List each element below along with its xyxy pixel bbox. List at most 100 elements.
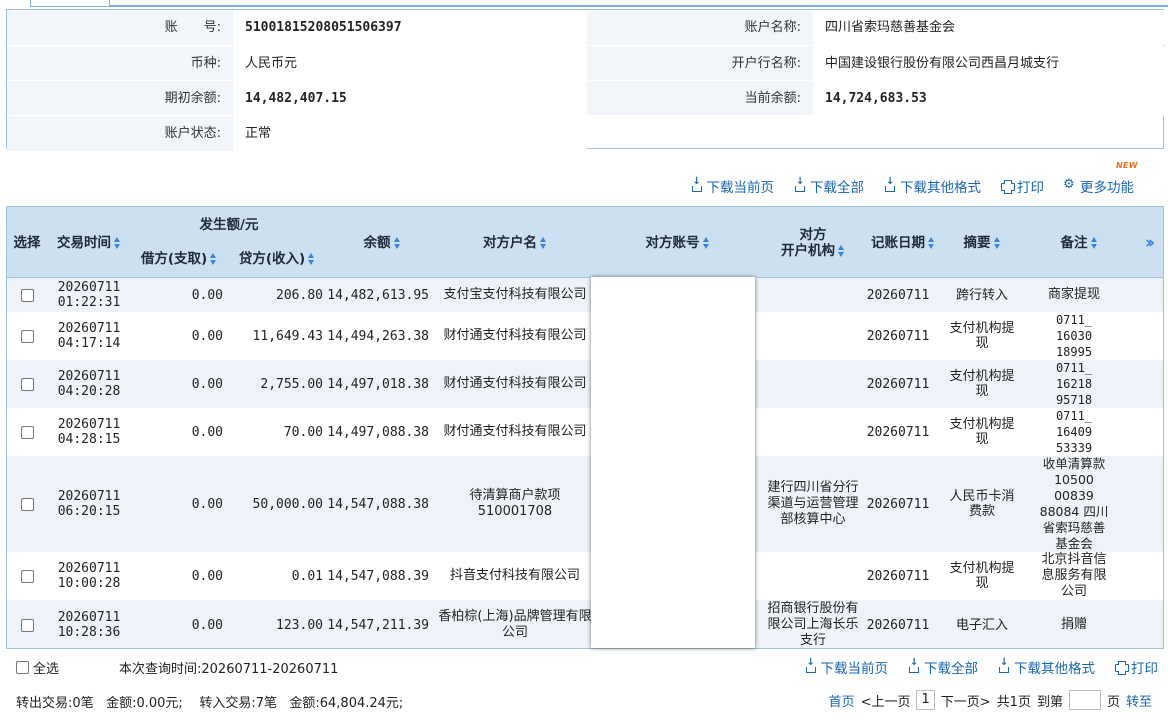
remark-cell: 商家提现 xyxy=(1047,287,1100,302)
row-checkbox[interactable] xyxy=(20,569,34,583)
row-checkbox[interactable] xyxy=(20,618,34,632)
footer-print-button[interactable]: 打印 xyxy=(1115,657,1158,677)
select-all-checkbox[interactable] xyxy=(16,661,29,674)
toolbar: 下载当前页 下载全部 下载其他格式 打印 更多功能 xyxy=(691,176,1134,196)
institution-cell xyxy=(765,278,861,312)
download-page-label: 下载当前页 xyxy=(706,180,775,196)
header-summary[interactable]: 摘要 xyxy=(945,207,1019,278)
download-other-button[interactable]: 下载其他格式 xyxy=(884,176,981,196)
remark-cell: 北京抖音信息服务有限公司 xyxy=(1041,552,1107,599)
jump-button[interactable]: 转至 xyxy=(1126,691,1152,710)
account-no-value: 51001815208051506397 xyxy=(233,10,587,45)
row-checkbox[interactable] xyxy=(20,329,34,343)
more-columns-button[interactable]: ›› xyxy=(1133,207,1163,278)
table-row[interactable]: 20260711 10:00:28 0.00 0.01 14,547,088.39… xyxy=(7,552,1163,600)
account-name-value: 四川省索玛慈善基金会 xyxy=(813,10,1165,45)
header-counterparty-account[interactable]: 对方账号 xyxy=(598,207,757,278)
pagination: 首页 <上一页 1 下一页> 共1页 到第 页 转至 xyxy=(829,690,1152,710)
next-page-link[interactable]: 下一页> xyxy=(941,691,991,710)
credit-cell: 11,649.43 xyxy=(252,328,323,344)
header-institution-line1: 对方 xyxy=(799,226,827,243)
posting-date-cell: 20260711 xyxy=(866,376,930,392)
row-checkbox[interactable] xyxy=(20,497,34,511)
row-select-cell xyxy=(7,552,47,600)
goto-label: 到第 xyxy=(1036,694,1063,710)
institution-cell xyxy=(765,312,861,360)
header-counterparty-account-label: 对方账号 xyxy=(645,234,700,251)
debit-cell: 0.00 xyxy=(191,617,223,633)
debit-cell: 0.00 xyxy=(191,496,223,512)
currency-value: 人民币元 xyxy=(233,46,587,81)
bank-name-value: 中国建设银行股份有限公司西昌月城支行 xyxy=(813,46,1165,81)
header-institution-line2-wrap: 开户机构 xyxy=(781,243,845,259)
debit-cell: 0.00 xyxy=(191,328,223,344)
row-checkbox[interactable] xyxy=(20,377,34,391)
active-tab[interactable] xyxy=(30,0,110,7)
header-credit[interactable]: 贷方(收入) xyxy=(227,251,327,267)
row-checkbox[interactable] xyxy=(20,425,34,439)
row-select-cell xyxy=(7,408,47,456)
time-cell: 20260711 06:20:15 xyxy=(47,456,131,552)
download-icon xyxy=(691,176,703,192)
table-row[interactable]: 20260711 10:28:36 0.00 123.00 14,547,211.… xyxy=(7,600,1163,648)
header-time[interactable]: 交易时间 xyxy=(47,207,131,278)
header-time-label: 交易时间 xyxy=(57,234,111,251)
credit-cell: 2,755.00 xyxy=(260,376,323,392)
summary-cell: 支付机构提现 xyxy=(949,321,1015,351)
balance-cell: 14,547,088.39 xyxy=(327,568,429,584)
download-icon xyxy=(998,657,1010,673)
summary-cell: 支付机构提现 xyxy=(949,561,1015,591)
sort-icon xyxy=(702,236,710,249)
time-clock: 10:28:36 xyxy=(57,625,121,640)
row-select-cell xyxy=(7,360,47,408)
footer-download-other-button[interactable]: 下载其他格式 xyxy=(998,657,1095,677)
current-page[interactable]: 1 xyxy=(916,690,935,710)
footer-download-all-label: 下载全部 xyxy=(924,661,978,677)
table-row[interactable]: 20260711 06:20:15 0.00 50,000.00 14,547,0… xyxy=(7,456,1163,552)
header-remark[interactable]: 备注 xyxy=(1037,207,1121,278)
header-posting-date[interactable]: 记账日期 xyxy=(861,207,945,278)
download-page-button[interactable]: 下载当前页 xyxy=(691,176,775,196)
table-footer: 全选 本次查询时间:20260711-20260711 下载当前页 下载全部 下… xyxy=(6,650,1164,681)
debit-cell: 0.00 xyxy=(191,287,223,303)
sort-icon xyxy=(210,253,217,265)
prev-page-link[interactable]: <上一页 xyxy=(861,691,911,710)
header-balance[interactable]: 余额 xyxy=(327,207,437,278)
footer-download-page-button[interactable]: 下载当前页 xyxy=(805,657,888,677)
row-checkbox[interactable] xyxy=(20,288,34,302)
current-balance-label: 当前余额: xyxy=(587,81,813,116)
table-row[interactable]: 20260711 04:28:15 0.00 70.00 14,497,088.3… xyxy=(7,408,1163,456)
gear-icon xyxy=(1063,177,1076,192)
out-amount: 金额:0.00元; xyxy=(106,696,183,711)
more-functions-button[interactable]: 更多功能 xyxy=(1063,176,1134,196)
status-label: 账户状态: xyxy=(7,116,233,151)
time-clock: 04:17:14 xyxy=(57,336,121,351)
header-debit[interactable]: 借方(支取) xyxy=(131,251,227,267)
table-row[interactable]: 20260711 01:22:31 0.00 206.80 14,482,613.… xyxy=(7,278,1163,312)
download-icon xyxy=(794,176,806,192)
tab-strip xyxy=(0,0,1168,7)
header-counterparty-name[interactable]: 对方户名 xyxy=(437,207,593,278)
account-no-label: 账 号: xyxy=(7,10,233,45)
header-counterparty-institution[interactable]: 对方 开户机构 xyxy=(765,207,861,278)
posting-date-cell: 20260711 xyxy=(866,568,930,584)
first-page-link[interactable]: 首页 xyxy=(829,691,855,710)
sort-icon xyxy=(1090,236,1098,249)
table-row[interactable]: 20260711 04:17:14 0.00 11,649.43 14,494,2… xyxy=(7,312,1163,360)
select-all[interactable]: 全选 xyxy=(16,658,59,677)
time-cell: 20260711 04:20:28 xyxy=(47,360,131,408)
table-row[interactable]: 20260711 04:20:28 0.00 2,755.00 14,497,01… xyxy=(7,360,1163,408)
footer-download-all-button[interactable]: 下载全部 xyxy=(908,657,978,677)
info-row: 期初余额: 14,482,407.15 当前余额: 14,724,683.53 xyxy=(7,80,1165,116)
download-all-button[interactable]: 下载全部 xyxy=(794,176,864,196)
header-posting-date-label: 记账日期 xyxy=(871,234,925,251)
print-button[interactable]: 打印 xyxy=(1001,176,1044,196)
redaction-box xyxy=(591,277,755,648)
summary-cell: 支付机构提现 xyxy=(949,417,1015,447)
counterparty-name-cell: 财付通支付科技有限公司 xyxy=(443,424,587,439)
sort-icon xyxy=(308,253,315,265)
posting-date-cell: 20260711 xyxy=(866,287,930,303)
sort-icon xyxy=(540,236,547,249)
page-number-input[interactable] xyxy=(1068,690,1101,710)
header-amount-group: 发生额/元 xyxy=(199,217,259,233)
